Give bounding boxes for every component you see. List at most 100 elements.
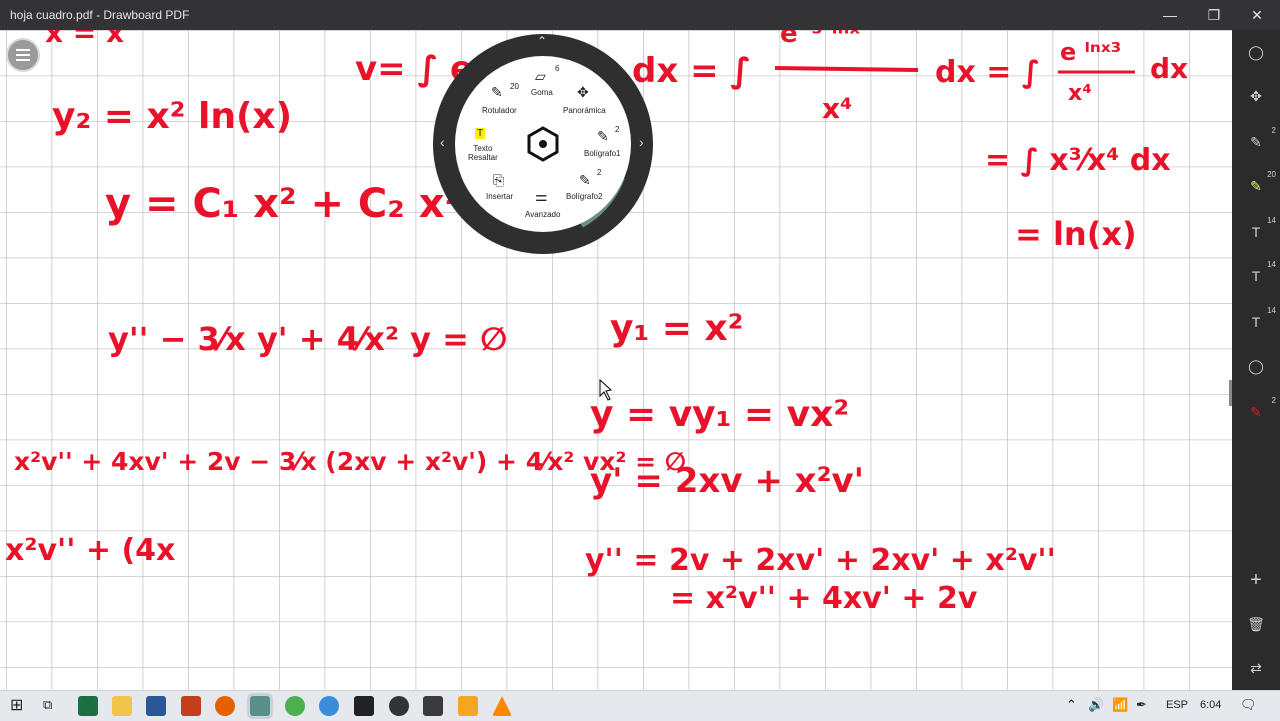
insert-icon[interactable]: ⎘: [493, 172, 504, 189]
plus-icon: +: [1250, 569, 1262, 591]
tool-rotulador[interactable]: Rotulador: [482, 106, 517, 115]
taskbar: ⊞ ⧉ ⌃ 🔊 📶 ✒ ESP 6:04 🗨: [0, 690, 1280, 721]
ink-y-double-prime: y'' = 2v + 2xv' + 2xv' + x²v'': [585, 543, 1056, 578]
task-view-icon[interactable]: ⧉: [43, 697, 52, 713]
tool-boligrafo2[interactable]: Bolígrafo2: [566, 192, 602, 201]
tool-goma[interactable]: Goma: [531, 88, 553, 97]
chrome-icon[interactable]: [285, 696, 305, 716]
text-tool-2[interactable]: T 14: [1232, 258, 1280, 294]
text-tool-3[interactable]: T 14: [1232, 304, 1280, 340]
goma-badge: 6: [555, 64, 560, 73]
chevron-up-icon[interactable]: ⌃: [1066, 697, 1077, 713]
text-tool-1[interactable]: T 14: [1232, 214, 1280, 250]
ink-rhs-dx: dx: [1150, 52, 1188, 85]
menu-button[interactable]: [8, 40, 38, 70]
comment-icon: ◯: [1248, 358, 1264, 374]
obs-icon[interactable]: [389, 696, 409, 716]
volume-icon[interactable]: 🔊: [1088, 697, 1104, 713]
right-toolbar: ◯ ✥ ✎ 2 ✎ 20 T 14 T 14 T 14 ◯ ✎ 2 + 🗑 ⇄: [1232, 30, 1280, 690]
minimize-button[interactable]: —: [1147, 0, 1193, 30]
word-icon[interactable]: [146, 696, 166, 716]
radial-tool-menu[interactable]: ⌃ ‹ › ✎ 20 Rotulador ▱ 6 Goma ✥ Panorámi…: [431, 32, 655, 256]
document-canvas[interactable]: x = x y₂ = x² ln(x) v= ∫ e dx = ∫ e⁻³ ˡⁿ…: [0, 30, 1232, 690]
highlighter-badge: 20: [1267, 170, 1276, 179]
pan-tool[interactable]: ✥: [1232, 78, 1280, 114]
text-tool-2-badge: 14: [1267, 260, 1276, 269]
text-icon: T: [1251, 224, 1261, 240]
pen-icon[interactable]: ✒: [1136, 697, 1147, 713]
ink-integral-numerator: e⁻³ ˡⁿˣ: [780, 30, 860, 49]
tool-panoramica[interactable]: Panorámica: [563, 106, 606, 115]
notifications-icon[interactable]: 🗨: [1240, 697, 1257, 713]
app-g-icon[interactable]: [458, 696, 478, 716]
drawboard-icon[interactable]: [250, 696, 270, 716]
video-editor-icon[interactable]: [354, 696, 374, 716]
restore-button[interactable]: ❐: [1191, 0, 1237, 30]
excel-icon[interactable]: [78, 696, 98, 716]
ink-integral-rhs: dx = ∫: [935, 55, 1040, 90]
lasso-icon: ◯: [1248, 44, 1264, 60]
title-bar: hoja cuadro.pdf - Drawboard PDF — ❐ ✕: [0, 0, 1280, 30]
close-button[interactable]: ✕: [1234, 0, 1280, 30]
firefox-icon[interactable]: [215, 696, 235, 716]
highlighter-icon: ✎: [1250, 178, 1262, 194]
text-icon: T: [1251, 268, 1261, 284]
ink-rhs-denominator: x⁴: [1068, 81, 1092, 106]
ink-y2-definition: y₂ = x² ln(x): [52, 96, 292, 137]
radial-up-arrow[interactable]: ⌃: [537, 34, 547, 48]
boligrafo1-badge: 2: [615, 125, 620, 134]
pan-icon[interactable]: ✥: [577, 84, 589, 101]
clock[interactable]: 6:04: [1200, 699, 1221, 711]
radial-right-arrow[interactable]: ›: [639, 134, 644, 150]
ink-integral-denominator: x⁴: [822, 92, 852, 125]
pen-tool-1-badge: 2: [1271, 126, 1276, 135]
wifi-icon[interactable]: 📶: [1112, 697, 1128, 713]
tool-avanzado[interactable]: Avanzado: [525, 210, 560, 219]
text-highlight-icon[interactable]: T: [475, 128, 486, 139]
sliders-icon[interactable]: ⚌: [535, 188, 548, 205]
boligrafo2-badge: 2: [597, 168, 602, 177]
rotulador-badge: 20: [510, 82, 519, 91]
radial-left-arrow[interactable]: ‹: [440, 134, 445, 150]
ink-ode: y'' − 3⁄x y' + 4⁄x² y = ∅: [108, 320, 507, 358]
ink-rhs-numerator: e ˡⁿˣ³: [1060, 38, 1121, 66]
ink-simplify-line: = ∫ x³⁄x⁴ dx: [985, 143, 1171, 178]
pen-icon: ✎: [1250, 134, 1262, 150]
ink-fraction-bar-1: [774, 66, 919, 72]
add-page-button[interactable]: +: [1232, 562, 1280, 598]
text-icon: T: [1251, 314, 1261, 330]
ink-y-double-prime-simplified: = x²v'' + 4xv' + 2v: [670, 581, 978, 616]
ink-y1: y₁ = x²: [610, 308, 743, 349]
pen-icon[interactable]: ✎: [579, 172, 591, 189]
chrome-profile-icon[interactable]: [319, 696, 339, 716]
lasso-tool[interactable]: ◯: [1232, 34, 1280, 70]
text-tool-3-badge: 14: [1267, 306, 1276, 315]
pen-tool-1[interactable]: ✎ 2: [1232, 124, 1280, 160]
ink-substitution: x²v'' + 4xv' + 2v − 3⁄x (2xv + x²v') + 4…: [14, 447, 686, 476]
powerpoint-icon[interactable]: [181, 696, 201, 716]
tool-boligrafo1[interactable]: Bolígrafo1: [584, 149, 620, 158]
inkscape-icon[interactable]: [423, 696, 443, 716]
vlc-icon[interactable]: [492, 696, 512, 716]
highlighter-tool[interactable]: ✎ 20: [1232, 168, 1280, 204]
delete-button[interactable]: 🗑: [1232, 606, 1280, 642]
comment-tool[interactable]: ◯: [1232, 348, 1280, 384]
pen-icon[interactable]: ✎: [597, 128, 609, 145]
tool-texto-resaltar[interactable]: Texto Resaltar: [468, 144, 498, 162]
marker-icon[interactable]: ✎: [491, 84, 503, 101]
swap-button[interactable]: ⇄: [1232, 650, 1280, 686]
tool-insertar[interactable]: Insertar: [486, 192, 513, 201]
radial-ring: [433, 34, 653, 254]
ink-y-substitution: y = vy₁ = vx²: [590, 394, 849, 435]
language-indicator[interactable]: ESP: [1166, 699, 1188, 711]
window-title: hoja cuadro.pdf - Drawboard PDF: [10, 8, 190, 22]
trash-icon: 🗑: [1247, 616, 1265, 632]
pen-tool-2[interactable]: ✎ 2: [1232, 394, 1280, 430]
hamburger-line: [16, 59, 30, 61]
pen-icon: ✎: [1250, 404, 1262, 420]
pen-tool-2-badge: 2: [1271, 396, 1276, 405]
ink-partial-line: x²v'' + (4x: [5, 533, 175, 568]
eraser-icon[interactable]: ▱: [535, 68, 546, 85]
windows-start-icon[interactable]: ⊞: [10, 695, 23, 715]
file-explorer-icon[interactable]: [112, 696, 132, 716]
